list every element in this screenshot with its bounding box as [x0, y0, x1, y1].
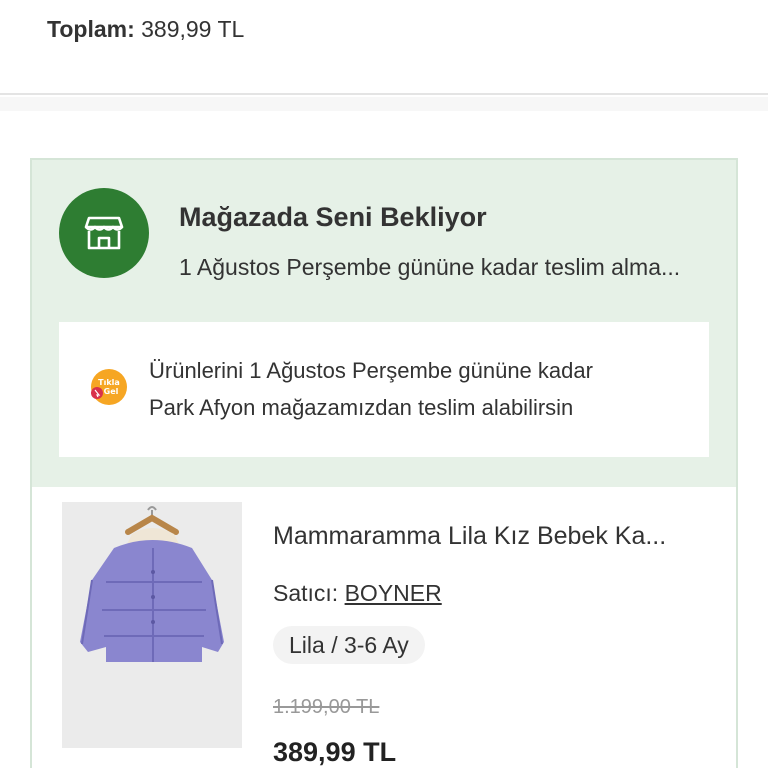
order-total: Toplam: 389,99 TL	[47, 16, 244, 43]
order-total-bar: Toplam: 389,99 TL	[0, 0, 768, 95]
product-image[interactable]	[62, 502, 242, 748]
store-icon	[59, 188, 149, 278]
total-value: 389,99 TL	[141, 16, 245, 42]
product-name[interactable]: Mammaramma Lila Kız Bebek Ka...	[273, 522, 713, 551]
current-price: 389,99 TL	[273, 737, 397, 767]
pickup-card: Mağazada Seni Bekliyor 1 Ağustos Perşemb…	[30, 158, 738, 768]
svg-text:Gel: Gel	[104, 387, 119, 396]
seller-label: Satıcı:	[273, 580, 339, 606]
pickup-subtitle: 1 Ağustos Perşembe gününe kadar teslim a…	[179, 254, 681, 280]
product-seller: Satıcı: BOYNER	[273, 580, 442, 607]
pickup-notice: Tıkla Gel Ürünlerini 1 Ağustos Perşembe …	[59, 322, 709, 457]
seller-link[interactable]: BOYNER	[345, 580, 442, 606]
notice-line-2: Park Afyon mağazamızdan teslim alabilirs…	[149, 395, 574, 420]
section-divider	[0, 97, 768, 111]
old-price: 1.199,00 TL	[273, 696, 380, 718]
notice-line-1: Ürünlerini 1 Ağustos Perşembe gününe kad…	[149, 358, 593, 383]
pickup-header: Mağazada Seni Bekliyor 1 Ağustos Perşemb…	[32, 160, 736, 487]
svg-text:Tıkla: Tıkla	[98, 378, 120, 387]
pickup-title: Mağazada Seni Bekliyor	[179, 202, 487, 232]
notice-text: Ürünlerini 1 Ağustos Perşembe gününe kad…	[149, 352, 689, 426]
variant-badge: Lila / 3-6 Ay	[273, 626, 425, 664]
total-label: Toplam:	[47, 16, 135, 42]
tikla-gel-icon: Tıkla Gel	[89, 367, 129, 407]
